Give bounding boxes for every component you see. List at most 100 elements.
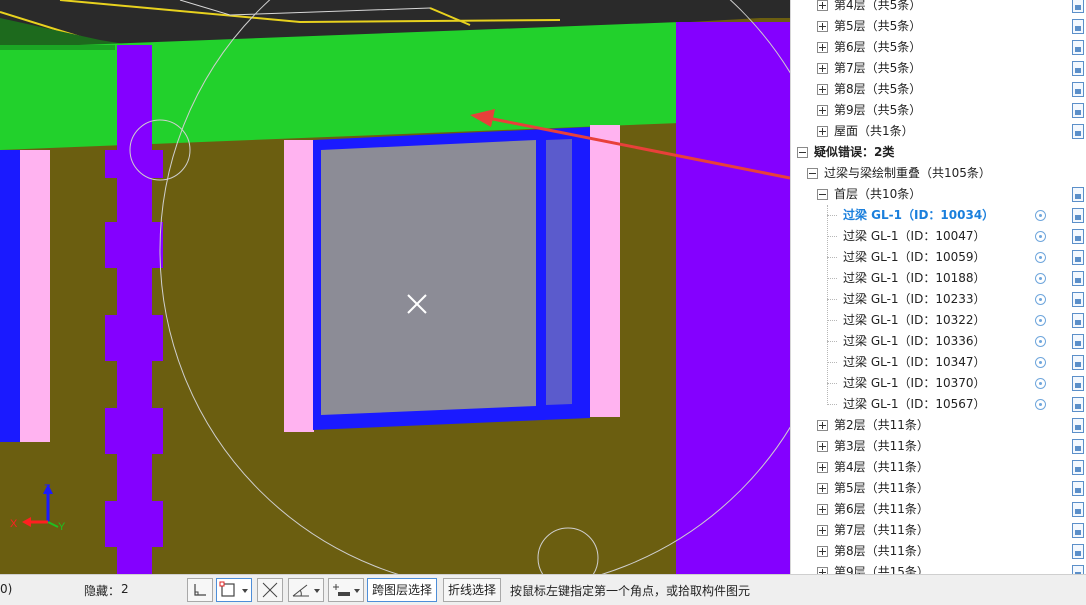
tree-item-lintel[interactable]: 过梁 GL-1（ID：10567）: [791, 394, 1086, 415]
tree-node[interactable]: 第7层（共11条）: [791, 520, 1086, 541]
report-icon[interactable]: [1072, 103, 1084, 118]
expand-icon[interactable]: [817, 504, 828, 515]
expand-icon[interactable]: [817, 42, 828, 53]
report-icon[interactable]: [1072, 565, 1084, 574]
tree-node[interactable]: 第4层（共5条）: [791, 0, 1086, 16]
purple-column-right: [676, 22, 790, 574]
expand-icon[interactable]: [817, 441, 828, 452]
purple-column-left: [117, 45, 152, 574]
cross-snap-button[interactable]: [257, 578, 283, 602]
locate-icon[interactable]: [1035, 357, 1046, 368]
tree-item-lintel[interactable]: 过梁 GL-1（ID：10047）: [791, 226, 1086, 247]
expand-icon[interactable]: [817, 0, 828, 11]
tree-node[interactable]: 第5层（共5条）: [791, 16, 1086, 37]
collapse-icon[interactable]: [797, 147, 808, 158]
report-icon[interactable]: [1072, 334, 1084, 349]
report-icon[interactable]: [1072, 481, 1084, 496]
cross-layer-select-button[interactable]: 跨图层选择: [367, 578, 438, 602]
error-tree-panel[interactable]: 第4层（共5条） 第5层（共5条） 第6层（共5条） 第7层（共5条） 第8层（共5条）…: [790, 0, 1086, 574]
tree-node[interactable]: 第7层（共5条）: [791, 58, 1086, 79]
expand-icon[interactable]: [817, 63, 828, 74]
report-icon[interactable]: [1072, 208, 1084, 223]
tree-node[interactable]: 第5层（共11条）: [791, 478, 1086, 499]
report-icon[interactable]: [1072, 82, 1084, 97]
tree-node[interactable]: 第8层（共11条）: [791, 541, 1086, 562]
report-icon[interactable]: [1072, 502, 1084, 517]
report-icon[interactable]: [1072, 0, 1084, 13]
report-icon[interactable]: [1072, 19, 1084, 34]
tree-node[interactable]: 第4层（共11条）: [791, 457, 1086, 478]
offset-button[interactable]: [328, 578, 364, 602]
angle-button[interactable]: [288, 578, 324, 602]
report-icon[interactable]: [1072, 397, 1084, 412]
tree-node[interactable]: 第6层（共11条）: [791, 499, 1086, 520]
locate-icon[interactable]: [1035, 273, 1046, 284]
tree-node[interactable]: 过梁与梁绘制重叠（共105条）: [791, 163, 1086, 184]
locate-icon[interactable]: [1035, 210, 1046, 221]
report-icon[interactable]: [1072, 61, 1084, 76]
tree-item-lintel[interactable]: 过梁 GL-1（ID：10336）: [791, 331, 1086, 352]
ortho-button[interactable]: [187, 578, 213, 602]
report-icon[interactable]: [1072, 544, 1084, 559]
tree-node[interactable]: 第9层（共5条）: [791, 100, 1086, 121]
tree-node[interactable]: 第6层（共5条）: [791, 37, 1086, 58]
tree-node[interactable]: 第3层（共11条）: [791, 436, 1086, 457]
locate-icon[interactable]: [1035, 231, 1046, 242]
tree-item-lintel[interactable]: 过梁 GL-1（ID：10188）: [791, 268, 1086, 289]
expand-icon[interactable]: [817, 462, 828, 473]
chevron-down-icon[interactable]: [354, 589, 360, 593]
expand-icon[interactable]: [817, 420, 828, 431]
tree-item-label: 过梁 GL-1（ID：10370）: [843, 376, 986, 390]
polyline-select-button[interactable]: 折线选择: [443, 578, 502, 602]
tree-item-lintel[interactable]: 过梁 GL-1（ID：10034）: [791, 205, 1086, 226]
expand-icon[interactable]: [817, 525, 828, 536]
collapse-icon[interactable]: [807, 168, 818, 179]
expand-icon[interactable]: [817, 21, 828, 32]
report-icon[interactable]: [1072, 250, 1084, 265]
tree-node[interactable]: 第2层（共11条）: [791, 415, 1086, 436]
report-icon[interactable]: [1072, 439, 1084, 454]
tree-item-lintel[interactable]: 过梁 GL-1（ID：10347）: [791, 352, 1086, 373]
locate-icon[interactable]: [1035, 378, 1046, 389]
expand-icon[interactable]: [817, 567, 828, 574]
status-left-fragment: 0): [0, 582, 13, 596]
tree-node[interactable]: 首层（共10条）: [791, 184, 1086, 205]
snap-button[interactable]: [216, 578, 252, 602]
tree-node[interactable]: 第9层（共15条）: [791, 562, 1086, 574]
locate-icon[interactable]: [1035, 252, 1046, 263]
locate-icon[interactable]: [1035, 315, 1046, 326]
chevron-down-icon[interactable]: [242, 589, 248, 593]
expand-icon[interactable]: [817, 546, 828, 557]
report-icon[interactable]: [1072, 355, 1084, 370]
tree-item-lintel[interactable]: 过梁 GL-1（ID：10322）: [791, 310, 1086, 331]
expand-icon[interactable]: [817, 84, 828, 95]
tree-item-lintel[interactable]: 过梁 GL-1（ID：10059）: [791, 247, 1086, 268]
model-view[interactable]: Z X Y: [0, 0, 790, 574]
report-icon[interactable]: [1072, 40, 1084, 55]
report-icon[interactable]: [1072, 376, 1084, 391]
report-icon[interactable]: [1072, 313, 1084, 328]
report-icon[interactable]: [1072, 523, 1084, 538]
tree-node[interactable]: 第8层（共5条）: [791, 79, 1086, 100]
chevron-down-icon[interactable]: [314, 589, 320, 593]
report-icon[interactable]: [1072, 187, 1084, 202]
locate-icon[interactable]: [1035, 294, 1046, 305]
status-bar: 0) 隐藏： 2 跨图层选择 折线选择 按鼠标左键指定第一个角点，或拾取构件图元: [0, 574, 1086, 605]
tree-node[interactable]: 屋面（共1条）: [791, 121, 1086, 142]
report-icon[interactable]: [1072, 124, 1084, 139]
tree-category-suspected-errors[interactable]: 疑似错误：2类: [791, 142, 1086, 163]
tree-item-lintel[interactable]: 过梁 GL-1（ID：10233）: [791, 289, 1086, 310]
report-icon[interactable]: [1072, 460, 1084, 475]
expand-icon[interactable]: [817, 483, 828, 494]
collapse-icon[interactable]: [817, 189, 828, 200]
locate-icon[interactable]: [1035, 336, 1046, 347]
expand-icon[interactable]: [817, 105, 828, 116]
3d-viewport[interactable]: Z X Y: [0, 0, 790, 574]
expand-icon[interactable]: [817, 126, 828, 137]
locate-icon[interactable]: [1035, 399, 1046, 410]
report-icon[interactable]: [1072, 292, 1084, 307]
report-icon[interactable]: [1072, 271, 1084, 286]
tree-item-lintel[interactable]: 过梁 GL-1（ID：10370）: [791, 373, 1086, 394]
report-icon[interactable]: [1072, 229, 1084, 244]
report-icon[interactable]: [1072, 418, 1084, 433]
